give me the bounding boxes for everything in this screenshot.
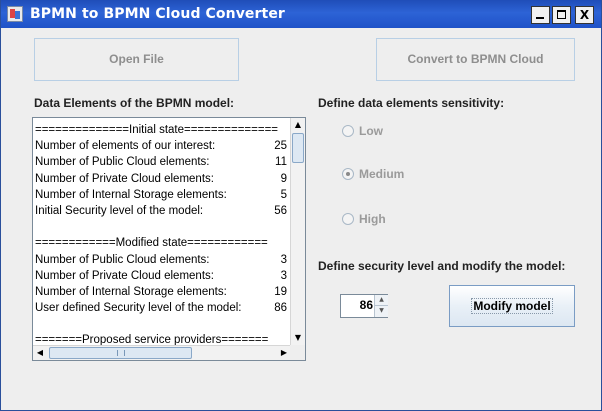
report-line-value: 56: [274, 204, 287, 217]
report-line-value: [287, 235, 289, 251]
report-line: Number of Public Cloud elements: 11: [35, 154, 289, 170]
report-line-text: Number of Private Cloud elements:: [35, 269, 214, 282]
radio-low[interactable]: Low: [342, 123, 383, 139]
report-line: User defined Security level of the model…: [35, 300, 289, 316]
report-line-value: 3: [280, 269, 287, 282]
radio-selected-icon: [342, 168, 354, 180]
report-line-value: 11: [275, 156, 287, 169]
report-line: =======Proposed service providers=======: [35, 332, 289, 345]
spinner-up-icon[interactable]: ▲: [374, 295, 388, 306]
report-line: Number of Internal Storage elements: 19: [35, 284, 289, 300]
report-line-value: 19: [274, 285, 287, 298]
radio-circle-icon: [342, 213, 354, 225]
scroll-down-icon[interactable]: ▼: [291, 331, 305, 345]
spinner-down-icon[interactable]: ▼: [374, 306, 388, 317]
report-line-value: 5: [280, 188, 287, 201]
convert-button[interactable]: Convert to BPMN Cloud: [376, 38, 575, 81]
report-line-text: Number of Internal Storage elements:: [35, 188, 227, 201]
scroll-right-icon[interactable]: ▶: [277, 346, 291, 360]
radio-dot: [346, 172, 350, 176]
close-button[interactable]: X: [575, 6, 594, 24]
security-level-value[interactable]: 86: [343, 298, 373, 312]
radio-medium[interactable]: Medium: [342, 166, 404, 182]
radio-high[interactable]: High: [342, 211, 386, 227]
report-line: [35, 219, 289, 235]
security-level-label: Define security level and modify the mod…: [318, 259, 566, 273]
horizontal-scrollbar[interactable]: ◀ ▶: [33, 345, 291, 360]
report-line-value: 3: [280, 253, 287, 266]
modify-model-label: Modify model: [471, 298, 553, 314]
scroll-corner: [290, 345, 305, 360]
report-textarea[interactable]: ==============Initial state=============…: [32, 117, 306, 361]
scroll-left-icon[interactable]: ◀: [33, 346, 47, 360]
grip-icon: [117, 350, 125, 356]
report-line: Number of Internal Storage elements: 5: [35, 187, 289, 203]
radio-low-label: Low: [359, 124, 383, 138]
vertical-scroll-thumb[interactable]: [292, 133, 304, 163]
minimize-button[interactable]: [531, 6, 550, 24]
vertical-scrollbar[interactable]: ▲ ▼: [290, 118, 305, 345]
scroll-up-icon[interactable]: ▲: [291, 118, 305, 132]
title-bar[interactable]: BPMN to BPMN Cloud Converter X: [1, 0, 601, 28]
security-level-spinner[interactable]: 86 ▲ ▼: [340, 294, 388, 318]
report-line: Number of Private Cloud elements: 3: [35, 268, 289, 284]
radio-medium-label: Medium: [359, 167, 405, 181]
report-line-text: Number of Public Cloud elements:: [35, 253, 210, 266]
report-line: Number of elements of our interest: 25: [35, 138, 289, 154]
report-line-text: ==============Initial state=============…: [35, 124, 279, 136]
modify-model-button[interactable]: Modify model: [449, 285, 575, 327]
report-line-value: [287, 122, 289, 138]
app-window: BPMN to BPMN Cloud Converter X Open File…: [0, 0, 602, 411]
report-line-value: [287, 219, 289, 235]
report-line-text: ============Modified state============: [35, 237, 268, 250]
horizontal-scroll-thumb[interactable]: [49, 347, 192, 359]
report-line: ============Modified state============: [35, 235, 289, 251]
report-line-text: Number of elements of our interest:: [35, 140, 216, 153]
sensitivity-label: Define data elements sensitivity:: [318, 96, 505, 110]
maximize-button[interactable]: [552, 6, 571, 24]
report-line-text: Number of Internal Storage elements:: [35, 285, 227, 298]
report-line-text: =======Proposed service providers=======: [35, 334, 269, 345]
report-line: ==============Initial state=============…: [35, 122, 289, 138]
report-line: Initial Security level of the model: 56: [35, 203, 289, 219]
report-lines: ==============Initial state=============…: [35, 122, 289, 345]
close-icon: X: [579, 8, 590, 22]
report-line: Number of Public Cloud elements: 3: [35, 252, 289, 268]
window-title: BPMN to BPMN Cloud Converter: [30, 6, 285, 22]
report-line: [35, 316, 289, 332]
open-file-button[interactable]: Open File: [34, 38, 239, 81]
report-line-text: Number of Public Cloud elements:: [35, 156, 210, 169]
report-line-value: 25: [274, 140, 287, 153]
report-line-text: Initial Security level of the model:: [35, 204, 204, 217]
radio-high-label: High: [359, 212, 386, 226]
data-elements-label: Data Elements of the BPMN model:: [34, 96, 235, 110]
report-line-value: 86: [274, 302, 287, 315]
report-line-value: 9: [280, 172, 287, 185]
report-line-text: User defined Security level of the model…: [35, 302, 242, 315]
report-line-value: [287, 316, 289, 332]
minimize-icon: [536, 17, 544, 19]
report-line-text: Number of Private Cloud elements:: [35, 172, 214, 185]
app-icon: [7, 6, 23, 22]
report-line-value: [287, 332, 289, 345]
maximize-icon: [557, 10, 566, 19]
radio-circle-icon: [342, 125, 354, 137]
report-line: Number of Private Cloud elements: 9: [35, 171, 289, 187]
